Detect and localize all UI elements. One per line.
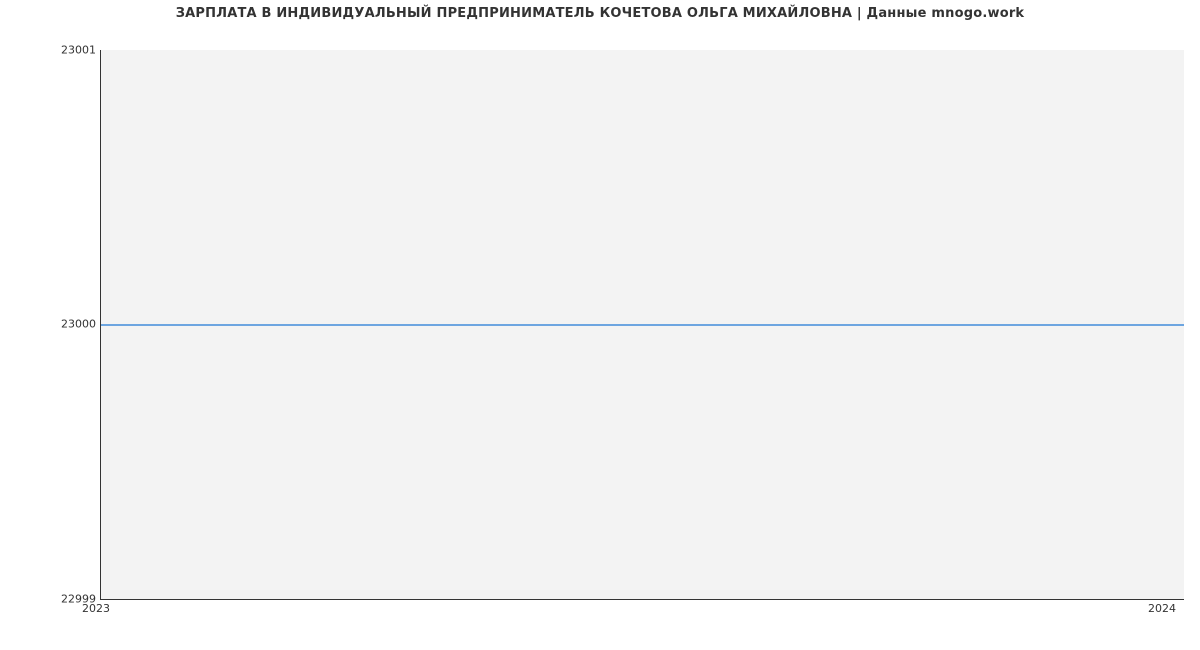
x-tick-label: 2024: [1148, 602, 1176, 615]
chart-title: ЗАРПЛАТА В ИНДИВИДУАЛЬНЫЙ ПРЕДПРИНИМАТЕЛ…: [0, 6, 1200, 21]
series-line-salary: [101, 324, 1184, 326]
plot-area: [100, 50, 1184, 600]
x-tick-label: 2023: [82, 602, 110, 615]
y-tick-label: 23000: [6, 318, 96, 331]
chart-container: ЗАРПЛАТА В ИНДИВИДУАЛЬНЫЙ ПРЕДПРИНИМАТЕЛ…: [0, 0, 1200, 650]
y-tick-label: 23001: [6, 44, 96, 57]
